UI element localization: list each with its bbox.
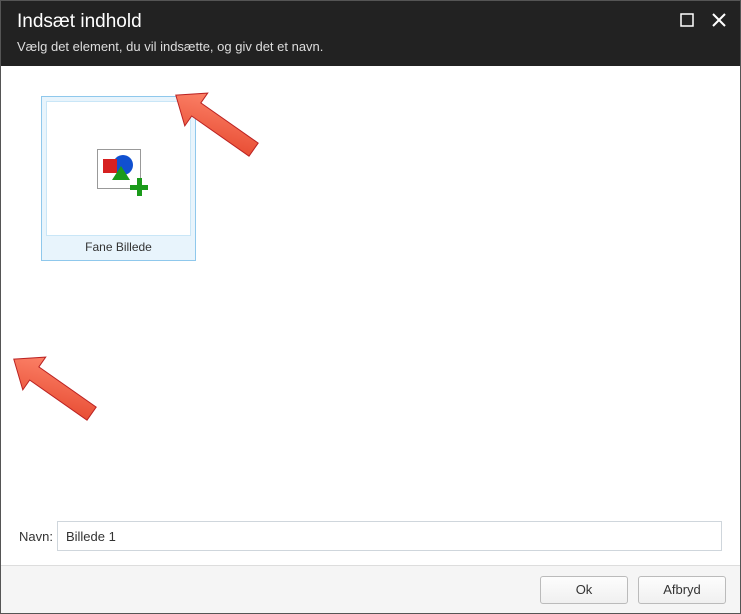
annotation-arrow-icon [0,346,109,446]
plus-icon [130,178,148,196]
dialog-footer: Ok Afbryd [1,565,740,613]
name-input[interactable] [57,521,722,551]
dialog-titlebar: Indsæt indhold Vælg det element, du vil … [1,1,740,66]
image-shapes-icon [97,149,141,189]
cancel-button[interactable]: Afbryd [638,576,726,604]
dialog-title: Indsæt indhold [17,11,724,33]
ok-button[interactable]: Ok [540,576,628,604]
maximize-button[interactable] [678,11,696,29]
tile-label: Fane Billede [46,236,191,254]
close-button[interactable] [710,11,728,29]
insert-content-dialog: Indsæt indhold Vælg det element, du vil … [0,0,741,614]
window-controls [678,11,728,29]
dialog-content: Fane Billede Navn: [1,66,740,565]
tile-fane-billede[interactable]: Fane Billede [41,96,196,261]
name-label: Navn: [19,529,53,544]
tile-preview [46,101,191,236]
name-field-row: Navn: [19,521,722,551]
dialog-subtitle: Vælg det element, du vil indsætte, og gi… [17,39,724,54]
